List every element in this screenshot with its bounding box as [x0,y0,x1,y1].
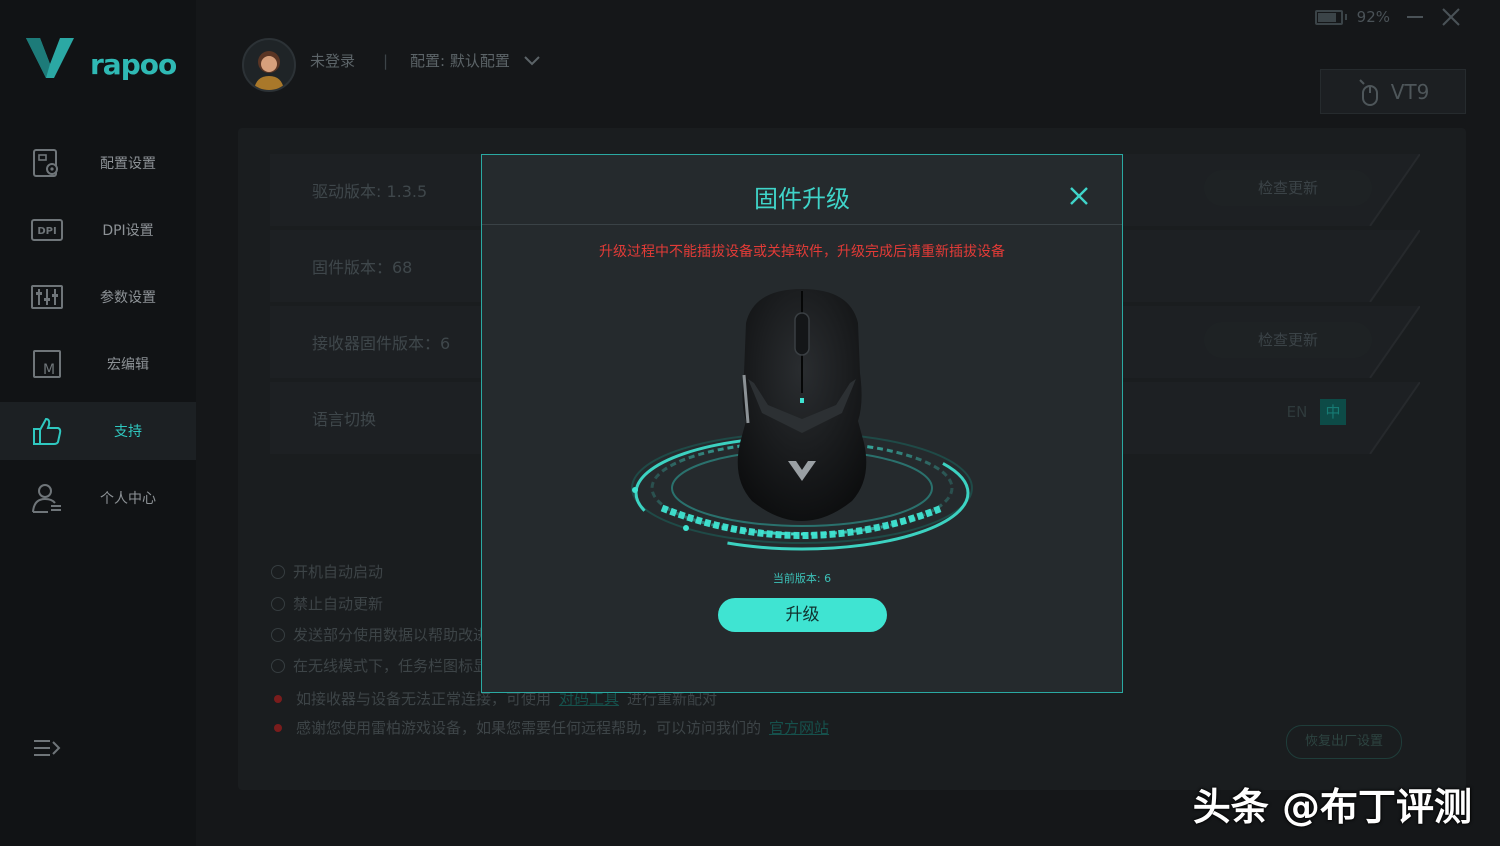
language-label: 语言切换 [312,410,377,429]
close-dialog-icon[interactable] [1068,185,1090,207]
check-update-driver-button[interactable]: 检查更新 [1204,170,1372,206]
option-label: 开机自动启动 [293,563,384,581]
sidebar-item-profile-settings[interactable]: 配置设置 [0,134,196,192]
chevron-down-icon [524,55,540,65]
option-disable-auto-update[interactable]: 禁止自动更新 [271,593,383,614]
option-label: 禁止自动更新 [293,595,384,613]
radio-button[interactable] [271,596,285,611]
v-logo-icon [26,38,74,78]
mouse-product-image [631,289,973,551]
receiver-version-label: 接收器固件版本：6 [312,334,451,353]
firmware-upgrade-dialog: 固件升级 升级过程中不能插拔设备或关掉软件，升级完成后请重新插拔设备 当前版本:… [481,154,1123,693]
factory-reset-button[interactable]: 恢复出厂设置 [1286,725,1402,759]
sidebar: rapoo 配置设置 DPI DPI设置 参数设置 M 宏编辑 支持 个人中心 [0,0,196,846]
lang-en-button[interactable]: EN [1280,403,1314,421]
bullet-dot [274,723,282,732]
option-auto-start[interactable]: 开机自动启动 [271,561,383,582]
sidebar-item-label: 个人中心 [100,491,156,507]
battery-icon [1314,9,1343,25]
language-switch: EN 中 [1280,399,1346,425]
sidebar-item-label: 配置设置 [100,156,156,172]
dialog-title: 固件升级 [754,185,850,213]
profile-label: 配置: 默认配置 [410,52,510,70]
current-version: 当前版本: 6 [772,572,832,585]
collapse-menu-icon[interactable] [32,736,62,762]
battery-tip [1344,14,1347,20]
avatar-image [254,51,284,90]
note-text: 感谢您使用雷柏游戏设备，如果您需要任何远程帮助，可以访问我们的 [296,719,762,737]
radio-button[interactable] [271,658,285,673]
dialog-divider [482,224,1122,225]
close-icon [1442,8,1460,26]
upgrade-button[interactable]: 升级 [718,598,887,632]
user-icon [32,484,61,513]
sidebar-item-parameters[interactable]: 参数设置 [0,268,196,326]
device-selector[interactable]: VT9 [1320,69,1466,114]
check-update-receiver-button[interactable]: 检查更新 [1204,322,1372,358]
sidebar-item-label: 支持 [114,424,142,440]
brand-wordmark: rapoo [90,48,177,81]
login-status[interactable]: 未登录 [310,50,355,71]
firmware-version-label: 固件版本：68 [312,258,413,277]
thumbs-up-icon [33,417,62,445]
watermark: 头条 @布丁评测 [1192,785,1472,829]
sidebar-item-support[interactable]: 支持 [0,402,196,460]
mouse-icon [1358,78,1378,106]
driver-version-label: 驱动版本: 1.3.5 [312,182,428,201]
note-website: 感谢您使用雷柏游戏设备，如果您需要任何远程帮助，可以访问我们的 官方网站 [271,717,829,738]
avatar[interactable] [242,38,296,92]
profile-selector[interactable]: 配置: 默认配置 [410,50,540,71]
sidebar-item-label: 宏编辑 [107,357,149,373]
sidebar-item-label: DPI设置 [102,223,154,239]
radio-button[interactable] [271,564,285,579]
bullet-dot [274,694,282,703]
dpi-icon: DPI [31,219,63,241]
sidebar-item-label: 参数设置 [100,290,156,306]
sidebar-item-macro[interactable]: M 宏编辑 [0,335,196,393]
sidebar-item-user-center[interactable]: 个人中心 [0,469,196,527]
battery-level-fill [1317,12,1336,22]
minimize-icon [1407,16,1423,18]
battery-status: 92% [1314,8,1390,26]
battery-percent: 92% [1356,8,1390,26]
official-website-link[interactable]: 官方网站 [769,717,829,738]
macro-icon: M [33,350,61,378]
lang-zh-button[interactable]: 中 [1320,399,1346,425]
upgrade-warning: 升级过程中不能插拔设备或关掉软件，升级完成后请重新插拔设备 [599,244,1005,260]
sliders-icon [31,285,63,309]
svg-text:DPI: DPI [37,226,56,237]
radio-button[interactable] [271,627,285,642]
device-name: VT9 [1390,79,1430,104]
profile-settings-icon [33,149,58,177]
rapoo-logo: rapoo [24,34,184,84]
close-window-button[interactable] [1440,6,1462,28]
window-controls: 92% [1314,6,1462,28]
header-separator: | [383,52,389,70]
sidebar-item-dpi[interactable]: DPI DPI设置 [0,201,196,259]
minimize-button[interactable] [1404,6,1426,28]
svg-text:M: M [43,362,55,378]
